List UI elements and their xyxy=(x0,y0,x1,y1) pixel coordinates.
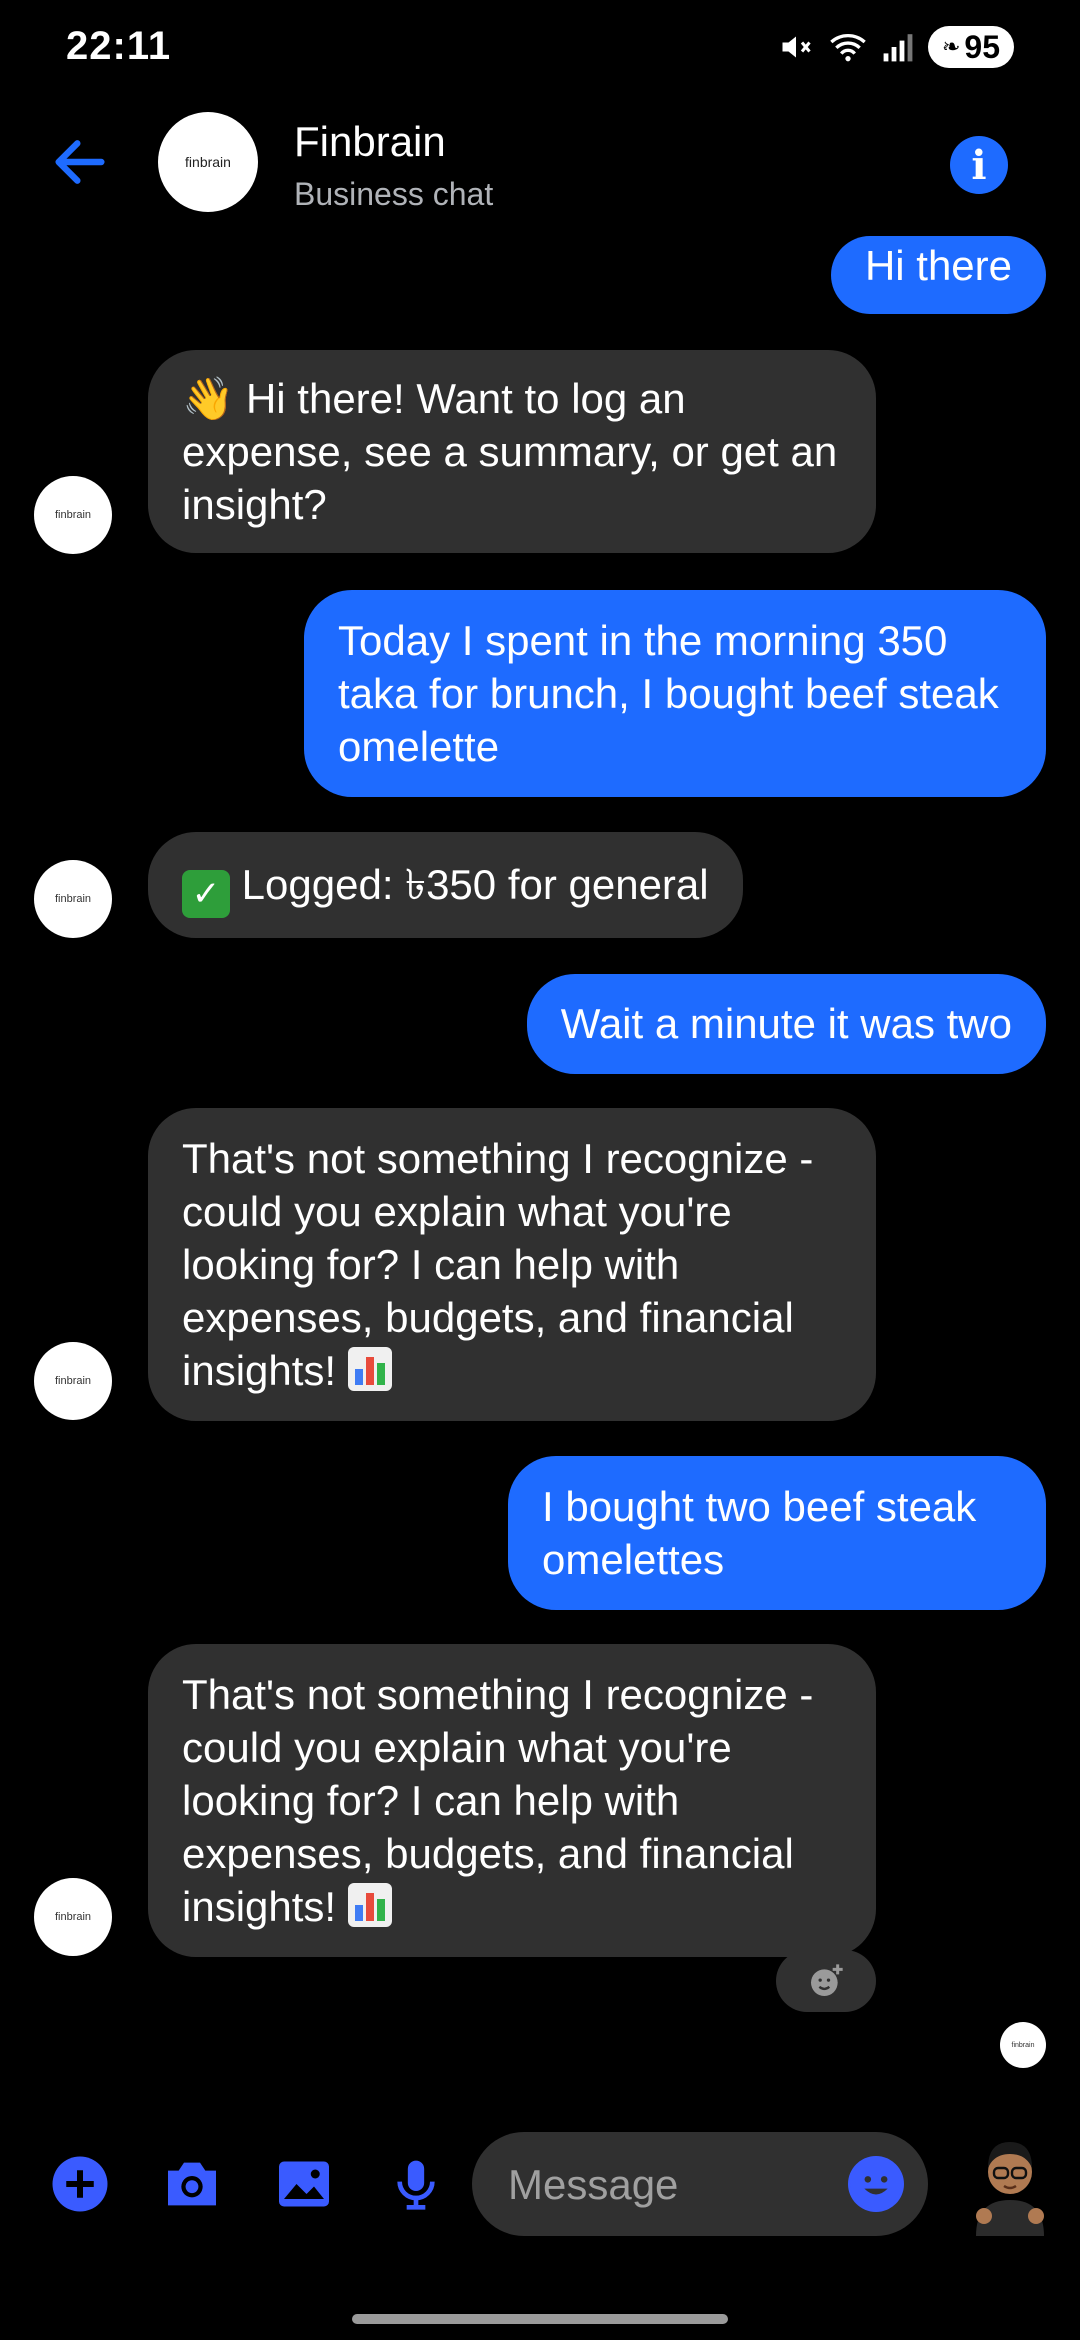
arrow-left-icon xyxy=(55,140,105,184)
signal-icon xyxy=(883,34,913,62)
bot-avatar: finbrain xyxy=(34,1878,112,1956)
battery-level: 95 xyxy=(964,28,1000,65)
mute-icon xyxy=(782,36,811,58)
status-time: 22:11 xyxy=(66,24,172,68)
emoji-icon xyxy=(850,2158,902,2210)
bar-chart-emoji xyxy=(347,1347,392,1391)
message-sent[interactable]: Today I spent in the morning 350 taka fo… xyxy=(304,590,1046,797)
info-button[interactable]: i xyxy=(950,136,1008,194)
check-mark-emoji: ✓ xyxy=(182,870,230,918)
emoji-button[interactable] xyxy=(848,2156,904,2212)
message-sent[interactable]: Wait a minute it was two xyxy=(526,974,1046,1074)
message-received[interactable]: 👋 Hi there! Want to log an expense, see … xyxy=(148,350,876,553)
chat-header: finbrain Finbrain Business chat i xyxy=(0,100,1080,240)
status-bar: 22:11 ❧ 95 xyxy=(0,0,1080,100)
bot-avatar: finbrain xyxy=(34,1342,112,1420)
camera-button[interactable] xyxy=(160,2152,224,2216)
battery-indicator: ❧ 95 xyxy=(927,26,1014,68)
message-sent[interactable]: Hi there xyxy=(830,236,1046,314)
bot-avatar: finbrain xyxy=(34,860,112,938)
add-reaction-button[interactable] xyxy=(776,1950,876,2012)
composer xyxy=(0,2120,1080,2240)
back-button[interactable] xyxy=(48,130,112,194)
battery-saver-icon: ❧ xyxy=(941,34,961,59)
seen-indicator-avatar: finbrain xyxy=(1000,2022,1046,2068)
wifi-icon xyxy=(830,34,866,62)
chat-avatar[interactable]: finbrain xyxy=(158,112,258,212)
message-received[interactable]: ✓ Logged: ৳350 for general xyxy=(148,832,743,938)
image-icon xyxy=(279,2161,329,2207)
message-received[interactable]: That's not something I recognize - could… xyxy=(148,1108,876,1421)
chat-title[interactable]: Finbrain xyxy=(294,118,446,166)
info-icon: i xyxy=(971,141,987,189)
plus-button[interactable] xyxy=(48,2152,112,2216)
plus-icon xyxy=(52,2156,108,2212)
message-input-container xyxy=(472,2132,928,2238)
mic-icon xyxy=(397,2160,435,2210)
waving-hand-emoji: 👋 xyxy=(182,375,235,422)
add-reaction-icon xyxy=(811,1964,843,1996)
avatar-icon xyxy=(976,2142,1044,2236)
status-icons: ❧ 95 xyxy=(778,26,1014,68)
home-indicator[interactable] xyxy=(352,2314,728,2324)
camera-icon xyxy=(168,2162,216,2206)
message-input[interactable] xyxy=(506,2132,830,2238)
message-sent[interactable]: I bought two beef steak omelettes xyxy=(508,1456,1046,1610)
voice-button[interactable] xyxy=(384,2152,448,2216)
bot-avatar: finbrain xyxy=(34,476,112,554)
bar-chart-emoji xyxy=(347,1883,392,1927)
avatar-sticker-button[interactable] xyxy=(960,2124,1060,2236)
gallery-button[interactable] xyxy=(272,2152,336,2216)
chat-subtitle: Business chat xyxy=(294,176,494,212)
message-received[interactable]: That's not something I recognize - could… xyxy=(148,1644,876,1957)
